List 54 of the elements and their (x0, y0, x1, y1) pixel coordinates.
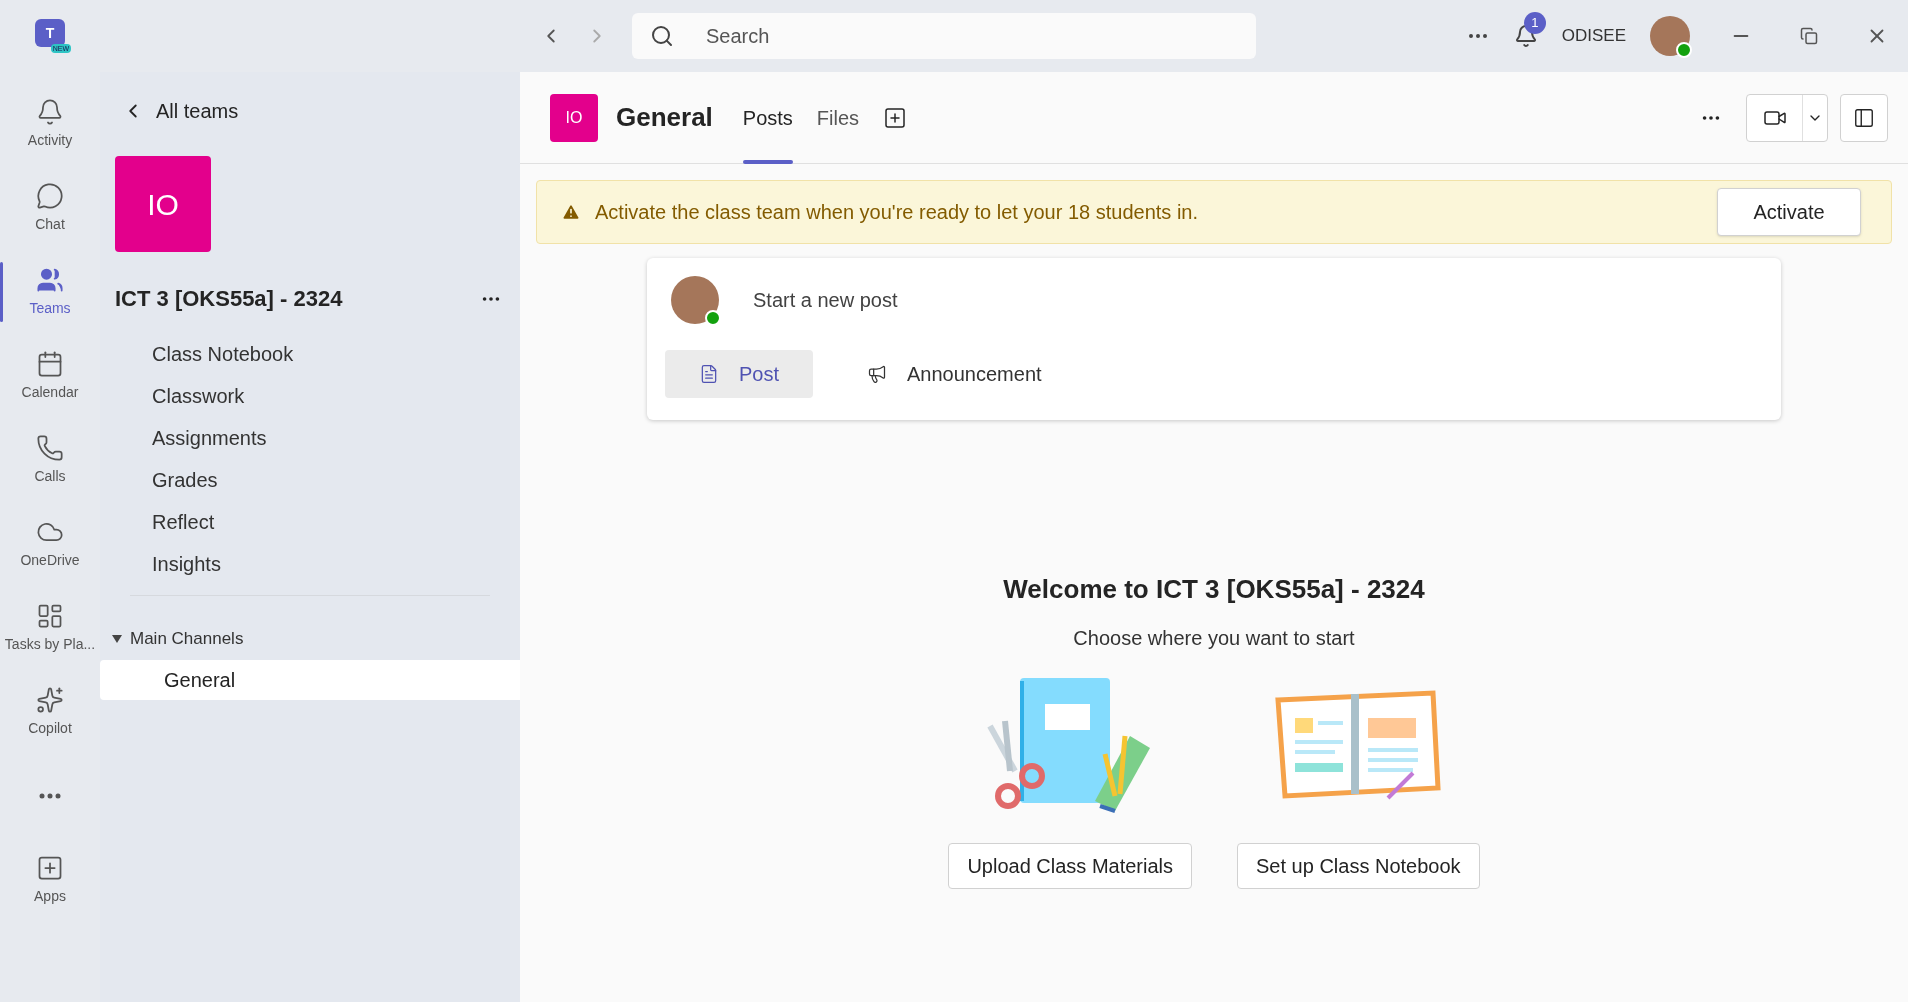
phone-icon (36, 433, 64, 462)
notification-count: 1 (1523, 12, 1546, 34)
document-icon (699, 364, 719, 384)
calendar-icon (36, 349, 64, 378)
welcome-title: Welcome to ICT 3 [OKS55a] - 2324 (1003, 573, 1425, 606)
warning-icon (561, 202, 581, 222)
rail-item[interactable]: Copilot (0, 670, 100, 754)
megaphone-icon (867, 364, 888, 384)
rail-item[interactable]: OneDrive (0, 502, 100, 586)
meet-button[interactable] (1746, 93, 1828, 142)
chat-bubble-icon (36, 181, 64, 210)
rail-item[interactable]: Teams (0, 250, 100, 334)
org-name: ODISEE (1561, 25, 1626, 48)
rail-item[interactable]: Calendar (0, 334, 100, 418)
welcome-subtitle: Choose where you want to start (1073, 626, 1355, 651)
channel-tile: IO (550, 93, 598, 142)
start-option-button[interactable]: Upload Class Materials (948, 843, 1193, 889)
team-nav-item[interactable]: Assignments (100, 417, 520, 459)
sparkle-icon (36, 685, 64, 714)
rail-item[interactable]: Activity (0, 82, 100, 166)
caret-icon (112, 634, 122, 643)
search-icon (650, 24, 674, 48)
panel-icon (1853, 106, 1875, 129)
channel-tab[interactable]: Posts (742, 71, 793, 164)
bell-icon (36, 97, 64, 126)
channel-item[interactable]: General (100, 659, 520, 700)
team-nav-item[interactable]: Class Notebook (100, 333, 520, 375)
more-icon (39, 793, 61, 799)
team-nav-item[interactable]: Grades (100, 459, 520, 501)
composer-action[interactable]: Post (665, 350, 814, 398)
team-nav-item[interactable]: Classwork (100, 375, 520, 417)
start-option-button[interactable]: Set up Class Notebook (1237, 843, 1480, 889)
rail-item[interactable]: Chat (0, 166, 100, 250)
search-field[interactable]: Search (632, 13, 1256, 59)
channel-tab[interactable]: Files (816, 71, 860, 164)
team-nav-item[interactable]: Insights (100, 543, 520, 585)
banner-message: Activate the class team when you're ready to let your 18 students in. (595, 200, 1200, 225)
rail-item[interactable]: Apps (0, 838, 100, 922)
activate-button[interactable]: Activate (1717, 188, 1861, 236)
channel-section[interactable]: Main Channels (100, 626, 520, 652)
rail-item[interactable]: Calls (0, 418, 100, 502)
user-avatar[interactable] (1650, 16, 1690, 56)
add-tab-icon[interactable] (883, 105, 908, 130)
restore-icon[interactable] (1800, 27, 1818, 45)
panel-button[interactable] (1840, 93, 1888, 142)
all-teams-link[interactable]: All teams (100, 96, 520, 126)
composer-placeholder[interactable]: Start a new post (753, 285, 898, 315)
composer-action[interactable]: Announcement (833, 350, 1076, 398)
team-nav-item[interactable]: Reflect (100, 501, 520, 543)
team-name: ICT 3 [OKS55a] - 2324 (115, 285, 343, 313)
rail-item[interactable]: Tasks by Pla... (0, 586, 100, 670)
app-logo[interactable]: T (35, 19, 65, 47)
channel-title: General (616, 101, 713, 134)
team-tile: IO (115, 156, 211, 252)
